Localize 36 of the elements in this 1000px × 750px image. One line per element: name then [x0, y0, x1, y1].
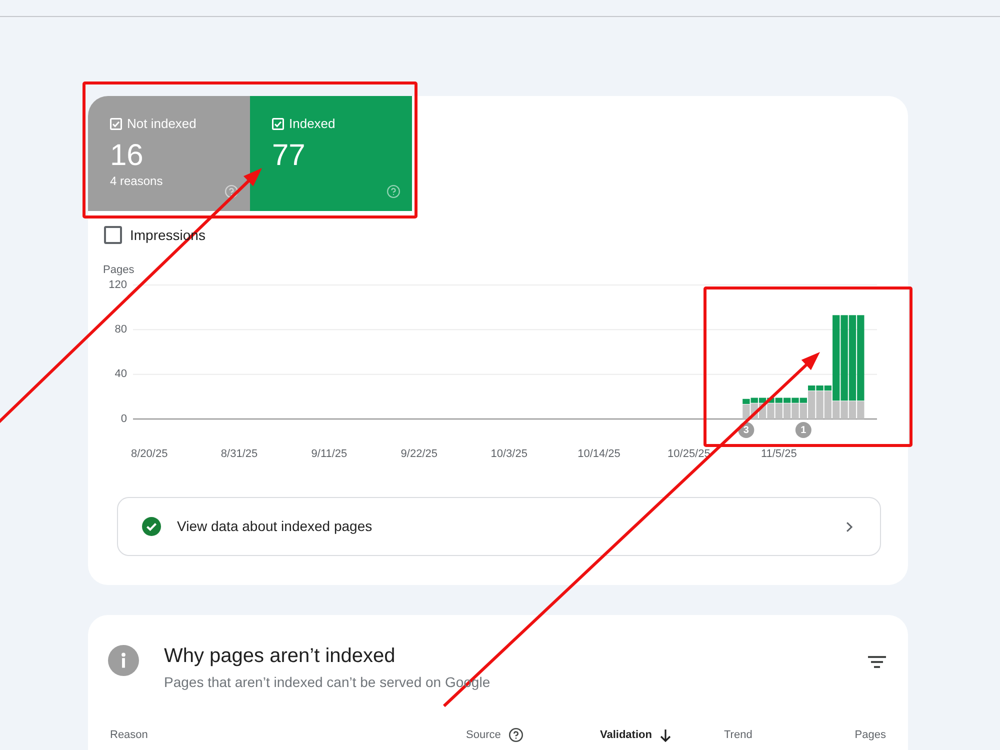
card-count: 77 [272, 141, 306, 171]
x-tick-label: 9/11/25 [311, 448, 348, 460]
card-label: Not indexed [127, 117, 196, 131]
help-icon[interactable] [508, 728, 523, 742]
column-header[interactable]: Source [466, 728, 523, 742]
x-tick-label: 10/14/25 [578, 448, 620, 460]
section-title: Why pages aren’t indexed [164, 644, 396, 668]
y-tick-label: 40 [114, 368, 127, 380]
y-tick-label: 0 [120, 412, 127, 425]
y-tick-label: 120 [108, 278, 127, 291]
column-header[interactable]: Reason [110, 728, 148, 742]
card-label: Indexed [289, 117, 336, 131]
column-header[interactable]: Validation [600, 728, 671, 742]
chevron-right-icon [846, 520, 853, 532]
checkbox-icon[interactable] [110, 118, 122, 130]
summary-card[interactable]: Indexed 77 [250, 96, 412, 211]
x-tick-label: 8/31/25 [220, 448, 258, 460]
down-arrow-icon [660, 728, 671, 742]
column-header[interactable]: Pages [854, 728, 886, 742]
filter-button[interactable] [868, 656, 886, 668]
column-header[interactable]: Trend [724, 728, 752, 742]
view-indexed-pages-button[interactable]: View data about indexed pages [117, 497, 881, 556]
y-tick-label: 80 [114, 324, 127, 336]
x-tick-label: 8/20/25 [131, 448, 168, 460]
card-detail: 4 reasons [110, 174, 163, 188]
y-axis-title: Pages [103, 264, 134, 276]
checkbox[interactable] [104, 226, 122, 244]
x-tick-label: 10/25/25 [668, 448, 710, 460]
filter-icon [868, 656, 886, 668]
x-tick-label: 11/5/25 [760, 448, 797, 460]
x-tick-label: 9/22/25 [400, 448, 438, 460]
card-count: 16 [110, 141, 144, 171]
x-tick-label: 10/3/25 [490, 448, 528, 460]
checkbox-icon[interactable] [272, 118, 284, 130]
info-icon [108, 645, 139, 676]
check-circle-icon [142, 517, 161, 536]
